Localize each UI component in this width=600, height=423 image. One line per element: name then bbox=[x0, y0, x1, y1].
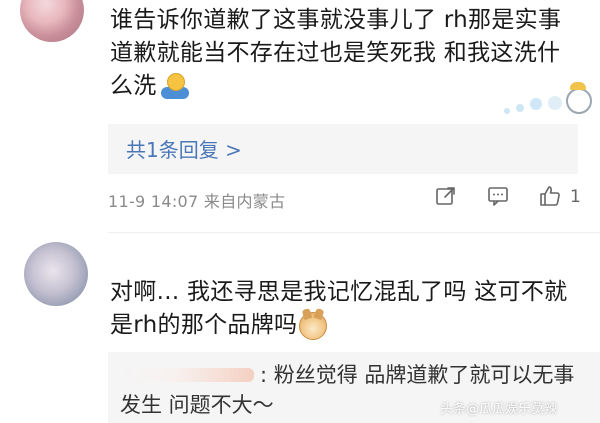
commenter-avatar[interactable] bbox=[24, 242, 88, 306]
like-count: 1 bbox=[570, 187, 581, 207]
doge-emoji-icon bbox=[299, 311, 328, 340]
share-icon[interactable] bbox=[434, 184, 458, 208]
comment-meta-row: 11-9 14:07 来自内蒙古 1 bbox=[108, 186, 588, 212]
comment-text: 对啊... 我还寻思是我记忆混乱了吗 这可不就是rh的那个品牌吗 bbox=[110, 279, 568, 338]
comment-divider bbox=[108, 232, 600, 233]
like-icon[interactable] bbox=[538, 184, 562, 208]
reply-summary-panel[interactable]: 共1条回复 > bbox=[108, 124, 578, 174]
comment-icon[interactable] bbox=[486, 184, 510, 208]
commenter-avatar[interactable] bbox=[20, 0, 84, 42]
cloud-sticker-icon bbox=[500, 82, 598, 120]
comment-timestamp-location: 11-9 14:07 来自内蒙古 bbox=[108, 192, 286, 211]
shrug-emoji-icon bbox=[160, 72, 189, 101]
watermark: 头条@瓜瓜娱乐莫辣 bbox=[440, 402, 558, 417]
comment-body: 对啊... 我还寻思是我记忆混乱了吗 这可不就是rh的那个品牌吗 bbox=[110, 276, 580, 342]
view-replies-link[interactable]: 共1条回复 > bbox=[126, 134, 242, 163]
